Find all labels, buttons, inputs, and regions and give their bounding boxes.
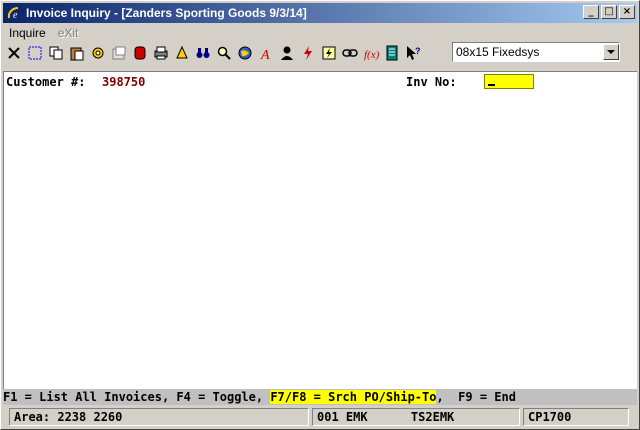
- window-title: Invoice Inquiry - [Zanders Sporting Good…: [26, 6, 307, 20]
- properties-icon[interactable]: [108, 43, 129, 64]
- invoice-number-input[interactable]: [484, 74, 534, 89]
- macro-icon[interactable]: [318, 43, 339, 64]
- app-window: e Invoice Inquiry - [Zanders Sporting Go…: [0, 0, 640, 430]
- minimize-icon: _: [588, 6, 594, 17]
- app-logo-icon: e: [6, 5, 22, 21]
- copy-icon[interactable]: [45, 43, 66, 64]
- lightning-icon[interactable]: [297, 43, 318, 64]
- printer-icon[interactable]: [150, 43, 171, 64]
- chevron-down-icon[interactable]: [603, 44, 619, 60]
- close-icon: ×: [622, 6, 632, 17]
- toolbar: A f(x) ? 08x15 Fixedsys: [3, 41, 637, 65]
- minimize-button[interactable]: _: [583, 5, 599, 19]
- help-pointer-icon[interactable]: ?: [402, 43, 423, 64]
- fkey-text-main: F1 = List All Invoices, F4 = Toggle,: [3, 390, 271, 404]
- cut-x-icon[interactable]: [3, 43, 24, 64]
- font-select-value: 08x15 Fixedsys: [456, 45, 540, 59]
- svg-text:A: A: [260, 48, 270, 61]
- title-bar[interactable]: e Invoice Inquiry - [Zanders Sporting Go…: [3, 3, 637, 23]
- stop-icon[interactable]: [129, 43, 150, 64]
- window-controls: _ □ ×: [581, 5, 635, 19]
- svg-text:f(x): f(x): [364, 49, 379, 61]
- function-icon[interactable]: f(x): [360, 43, 381, 64]
- select-icon[interactable]: [24, 43, 45, 64]
- menu-exit[interactable]: eXit: [52, 26, 85, 40]
- status-area: Area: 2238 2260: [9, 408, 309, 426]
- font-a-icon[interactable]: A: [255, 43, 276, 64]
- user-icon[interactable]: [276, 43, 297, 64]
- status-code: CP1700: [523, 408, 629, 426]
- status-bar: Area: 2238 2260 001 EMK TS2EMK CP1700: [3, 407, 637, 427]
- svg-text:?: ?: [415, 46, 421, 56]
- globe-icon[interactable]: [234, 43, 255, 64]
- maximize-icon: □: [604, 6, 614, 17]
- status-session: 001 EMK TS2EMK: [312, 408, 520, 426]
- customer-number: 398750: [102, 75, 146, 89]
- maximize-button[interactable]: □: [601, 5, 617, 19]
- menu-bar: Inquire eXit: [3, 24, 637, 41]
- paste-icon[interactable]: [66, 43, 87, 64]
- invoice-label: Inv No:: [406, 75, 457, 89]
- magnifier-icon[interactable]: [213, 43, 234, 64]
- close-button[interactable]: ×: [619, 5, 635, 19]
- settings-gear-icon[interactable]: [87, 43, 108, 64]
- status-session-text: 001 EMK TS2EMK: [317, 410, 455, 424]
- status-code-text: CP1700: [528, 410, 572, 424]
- bell-icon[interactable]: [171, 43, 192, 64]
- list-icon[interactable]: [381, 43, 402, 64]
- font-select[interactable]: 08x15 Fixedsys: [452, 42, 620, 62]
- binoculars-icon[interactable]: [192, 43, 213, 64]
- svg-text:e: e: [13, 10, 18, 21]
- status-area-text: Area: 2238 2260: [14, 410, 123, 424]
- link-icon[interactable]: [339, 43, 360, 64]
- function-key-bar: F1 = List All Invoices, F4 = Toggle, F7/…: [3, 389, 637, 405]
- terminal-screen[interactable]: Customer #: 398750 Inv No:: [3, 71, 637, 389]
- fkey-text-highlight: F7/F8 = Srch PO/Ship-To: [270, 390, 437, 404]
- fkey-text-end: , F9 = End: [436, 390, 516, 404]
- menu-inquire[interactable]: Inquire: [3, 26, 52, 40]
- customer-label: Customer #:: [6, 75, 86, 89]
- text-cursor: [488, 84, 495, 86]
